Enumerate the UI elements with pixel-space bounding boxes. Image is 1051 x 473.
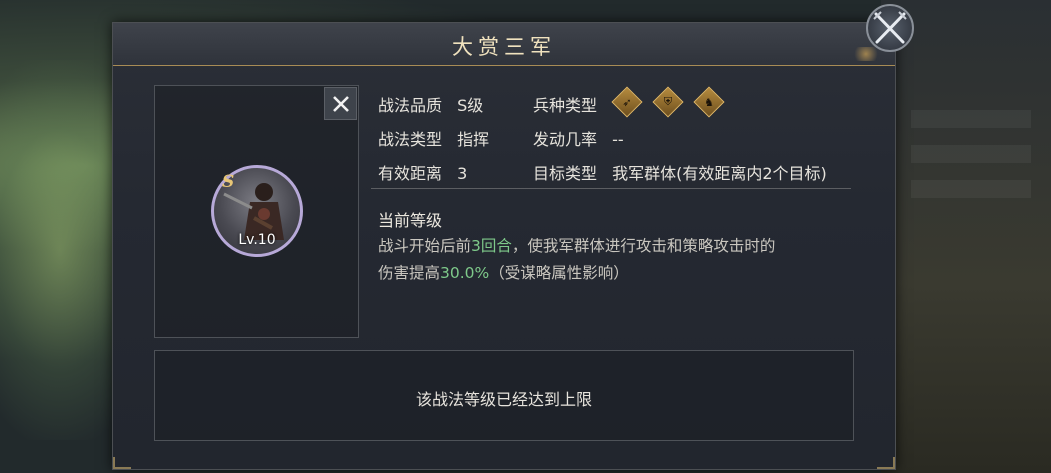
type-label: 战法类型 xyxy=(378,130,443,149)
effect-description-line1: 战斗开始后前3回合，使我军群体进行攻击和策略攻击时的 xyxy=(378,234,775,256)
desc-highlight: 3回合 xyxy=(471,237,512,255)
background-right-panel xyxy=(881,0,1051,473)
background-bar xyxy=(911,180,1031,198)
divider xyxy=(371,188,851,189)
sparkle-decoration xyxy=(851,47,881,61)
desc-highlight: 30.0% xyxy=(440,264,490,282)
dialog-titlebar: 大赏三军 xyxy=(113,23,895,66)
crossed-swords-icon xyxy=(873,11,907,44)
effect-description-line2: 伤害提高30.0%（受谋略属性影响） xyxy=(378,261,629,283)
quality-row: 战法品质 S级 xyxy=(378,92,483,116)
trigger-value: -- xyxy=(612,130,624,149)
target-value: 我军群体(有效距离内2个目标) xyxy=(612,164,827,183)
desc-text: 战斗开始后前 xyxy=(378,237,472,255)
remove-skill-button[interactable] xyxy=(324,87,357,120)
troop-type-label: 兵种类型 xyxy=(533,96,598,115)
range-label: 有效距离 xyxy=(378,164,443,183)
current-level-heading: 当前等级 xyxy=(378,211,443,230)
desc-text: （受谋略属性影响） xyxy=(489,264,629,282)
background-bar xyxy=(911,110,1031,128)
trigger-label: 发动几率 xyxy=(533,130,598,149)
max-level-message: 该战法等级已经达到上限 xyxy=(415,390,592,409)
close-dialog-button[interactable] xyxy=(866,4,914,52)
trigger-row: 发动几率 -- xyxy=(533,126,624,150)
skill-level-label: Lv.10 xyxy=(238,232,276,248)
quality-label: 战法品质 xyxy=(378,96,443,115)
troop-type-row: 兵种类型 xyxy=(533,92,597,116)
desc-text: 伤害提高 xyxy=(378,264,441,282)
desc-text: ，使我军群体进行攻击和策略攻击时的 xyxy=(511,237,776,255)
type-value: 指挥 xyxy=(457,130,490,149)
type-row: 战法类型 指挥 xyxy=(378,126,489,150)
range-row: 有效距离 3 xyxy=(378,160,467,184)
range-value: 3 xyxy=(457,164,468,183)
corner-ornament xyxy=(877,457,895,469)
quality-value: S级 xyxy=(457,96,484,115)
background-bar xyxy=(911,145,1031,163)
target-label: 目标类型 xyxy=(533,164,598,183)
corner-ornament xyxy=(113,457,131,469)
target-row: 目标类型 我军群体(有效距离内2个目标) xyxy=(533,160,827,184)
grade-badge: S xyxy=(222,172,235,192)
dialog-title: 大赏三军 xyxy=(452,35,556,59)
close-icon xyxy=(332,95,349,112)
